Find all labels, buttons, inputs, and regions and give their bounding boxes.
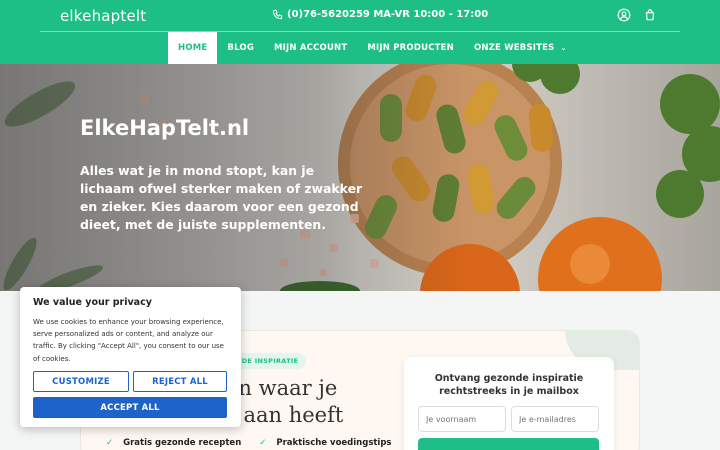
cookie-text: We use cookies to enhance your browsing …	[33, 318, 224, 363]
subscribe-button[interactable]	[418, 438, 599, 450]
nav-my-products[interactable]: MIJN PRODUCTEN	[357, 32, 464, 64]
check-icon: ✓	[106, 438, 114, 448]
feature-label: Praktische voedingstips	[276, 438, 392, 448]
nav-our-websites[interactable]: ONZE WEBSITES ⌄	[464, 32, 577, 64]
nav-home[interactable]: HOME	[168, 32, 218, 64]
feature-item: ✓ Praktische voedingstips	[259, 438, 391, 448]
promo-title-line1: en waar je	[226, 376, 338, 400]
email-input[interactable]	[511, 406, 599, 432]
promo-title-line2: s aan heeft	[226, 403, 344, 427]
accept-all-button[interactable]: ACCEPT ALL	[33, 397, 227, 418]
promo-title: en waar je s aan heeft	[226, 375, 343, 429]
feature-label: Gratis gezonde recepten	[123, 438, 242, 448]
nav-label: BLOG	[227, 43, 255, 53]
phone-icon	[272, 9, 283, 20]
newsletter-title-line2: rechtstreeks in je mailbox	[439, 386, 579, 397]
hero-title: ElkeHapTelt.nl	[80, 116, 250, 140]
newsletter-title-line1: Ontvang gezonde inspiratie	[434, 373, 584, 384]
top-bar: elkehaptelt (0)76-5620259 MA-VR 10:00 - …	[40, 0, 680, 32]
check-icon: ✓	[259, 438, 267, 448]
nav-blog[interactable]: BLOG	[217, 32, 264, 64]
first-name-input[interactable]	[418, 406, 506, 432]
site-header: elkehaptelt (0)76-5620259 MA-VR 10:00 - …	[0, 0, 720, 64]
nav-label: MIJN PRODUCTEN	[367, 43, 454, 53]
cart-icon[interactable]	[643, 8, 657, 22]
nav-my-account[interactable]: MIJN ACCOUNT	[264, 32, 357, 64]
nav-label: MIJN ACCOUNT	[274, 43, 348, 53]
cookie-consent-banner: We value your privacy We use cookies to …	[20, 287, 241, 427]
feature-item: ✓ Gratis gezonde recepten	[106, 438, 241, 448]
newsletter-title: Ontvang gezonde inspiratie rechtstreeks …	[404, 372, 614, 398]
contact-info[interactable]: (0)76-5620259 MA-VR 10:00 - 17:00	[272, 9, 488, 20]
hero-banner: ElkeHapTelt.nl Alles wat je in mond stop…	[0, 64, 720, 291]
newsletter-form: Ontvang gezonde inspiratie rechtstreeks …	[404, 357, 614, 450]
chevron-down-icon: ⌄	[560, 44, 567, 52]
nav-label: HOME	[178, 43, 208, 53]
user-icon[interactable]	[617, 8, 631, 22]
cookie-title: We value your privacy	[33, 297, 152, 308]
contact-text: (0)76-5620259 MA-VR 10:00 - 17:00	[287, 9, 489, 20]
hero-description: Alles wat je in mond stopt, kan je licha…	[80, 163, 363, 232]
customize-button[interactable]: CUSTOMIZE	[33, 371, 129, 392]
main-nav: HOME BLOG MIJN ACCOUNT MIJN PRODUCTEN ON…	[168, 32, 577, 64]
feature-list: ✓ Gratis gezonde recepten ✓ Praktische voe…	[106, 438, 392, 448]
site-logo[interactable]: elkehaptelt	[60, 7, 146, 25]
reject-all-button[interactable]: REJECT ALL	[133, 371, 227, 392]
nav-label: ONZE WEBSITES	[473, 43, 555, 53]
